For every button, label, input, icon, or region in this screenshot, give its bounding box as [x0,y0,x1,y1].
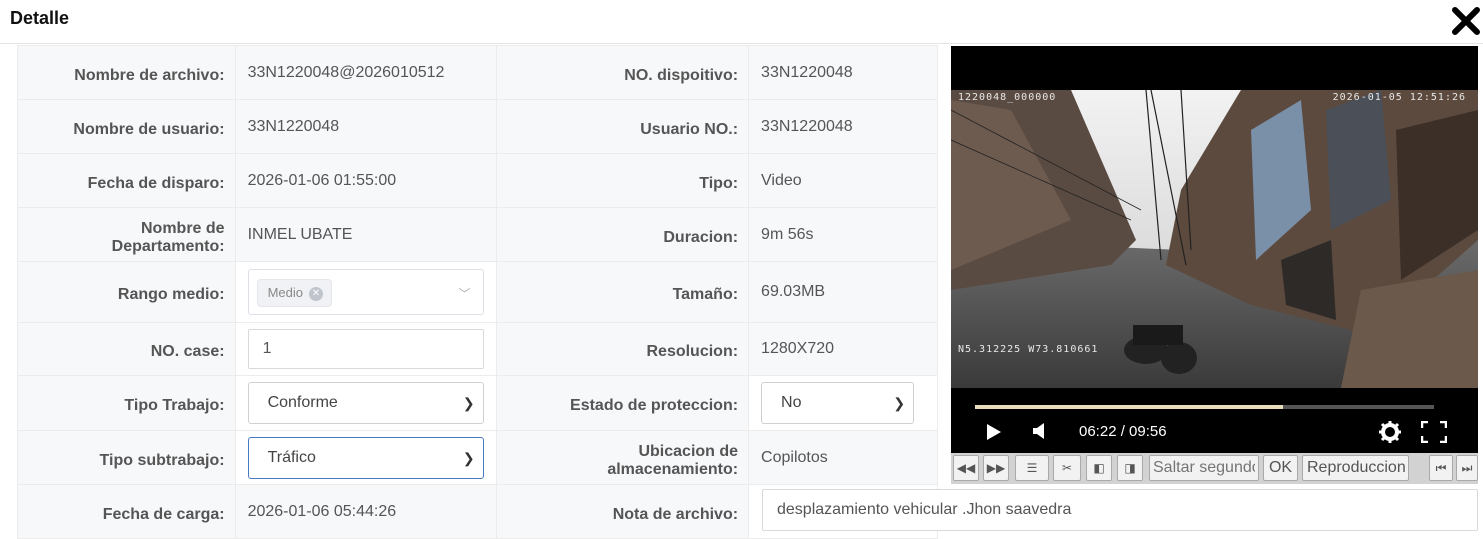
next-frame-icon[interactable]: ◨ [1117,455,1143,481]
table-row: Nombre de archivo: 33N1220048@2026010512… [17,45,938,100]
user-no-value: 33N1220048 [748,99,938,154]
upload-date-value: 2026-01-06 05:44:26 [234,484,497,539]
protection-label: Estado de proteccion: [495,375,750,431]
skip-start-icon[interactable]: ⏮ [1429,455,1453,481]
user-name-label: Nombre de usuario: [17,99,236,154]
case-no-label: NO. case: [17,322,236,376]
department-value: INMEL UBATE [234,207,497,262]
scissors-icon[interactable]: ✂ [1053,455,1081,481]
work-type-cell: Conforme ❯ [234,375,497,431]
storage-label: Ubicacion de almacenamiento: [495,430,750,485]
table-row: Nombre de Departamento: INMEL UBATE Dura… [17,207,938,262]
fullscreen-icon[interactable] [1421,421,1447,443]
chevron-down-icon: ❯ [893,395,906,411]
table-row: Rango medio: Medio ✕ ﹀ Tamaño: 69.03MB [17,261,938,323]
table-row: Fecha de disparo: 2026-01-06 01:55:00 Ti… [17,153,938,208]
subwork-type-select[interactable]: Tráfico ❯ [247,436,484,479]
file-note-input[interactable]: desplazamiento vehicular .Jhon saavedra [762,489,1478,531]
user-name-value: 33N1220048 [234,99,497,154]
tag-remove-icon[interactable]: ✕ [308,287,323,301]
shot-date-label: Fecha de disparo: [17,153,236,208]
file-name-value: 33N1220048@2026010512 [234,45,497,100]
work-type-select[interactable]: Conforme ❯ [247,382,484,424]
resolution-value: 1280X720 [748,322,938,376]
skip-end-icon[interactable]: ⏭ [1456,455,1478,481]
device-no-label: NO. dispoitivo: [495,45,750,100]
case-no-input[interactable]: 1 [247,329,484,369]
dialog-header: Detalle [0,0,1483,44]
skip-seconds-input[interactable] [1150,456,1258,480]
size-value: 69.03MB [748,261,938,323]
media-range-cell: Medio ✕ ﹀ [234,261,497,323]
dialog-title: Detalle [10,8,70,28]
osd-coordinates: N5.312225 W73.810661 [958,344,1099,355]
type-label: Tipo: [495,153,750,208]
size-label: Tamaño: [495,261,750,323]
progress-fill [975,405,1283,409]
case-no-cell: 1 [234,322,497,376]
time-display: 06:22 / 09:56 [1079,423,1167,440]
table-row: Nombre de usuario: 33N1220048 Usuario NO… [17,99,938,154]
fast-forward-icon[interactable]: ▶▶ [983,455,1009,481]
osd-timestamp: 2026-01-05 12:51:26 [1332,92,1466,103]
file-note-label: Nota de archivo: [495,484,750,539]
close-icon[interactable] [1451,6,1481,36]
player-toolbar: ◀◀ ▶▶ ☰ ✂ ◧ ◨ OK Reproduccion ⏮ ⏭ [951,453,1478,484]
work-type-label: Tipo Trabajo: [17,375,236,431]
media-range-select[interactable]: Medio ✕ ﹀ [247,269,484,315]
video-player[interactable]: 1220048_000000 2026-01-05 12:51:26 N5.31… [951,46,1478,455]
user-no-label: Usuario NO.: [495,99,750,154]
storage-value: Copilotos [748,430,938,485]
progress-bar[interactable] [975,405,1434,409]
subwork-type-cell: Tráfico ❯ [234,430,497,485]
table-row: Tipo Trabajo: Conforme ❯ Estado de protec… [17,375,938,431]
protection-select[interactable]: No ❯ [761,382,915,424]
subwork-type-label: Tipo subtrabajo: [17,430,236,485]
table-row: NO. case: 1 Resolucion: 1280X720 [17,322,938,376]
play-icon[interactable] [986,423,1002,441]
type-value: Video [748,153,938,208]
video-frame[interactable]: 1220048_000000 2026-01-05 12:51:26 N5.31… [951,90,1478,388]
upload-date-label: Fecha de carga: [17,484,236,539]
detail-table: Nombre de archivo: 33N1220048@2026010512… [17,45,938,539]
department-label: Nombre de Departamento: [17,207,236,262]
duration-value: 9m 56s [748,207,938,262]
chevron-down-icon: ❯ [462,449,475,466]
list-indent-icon[interactable]: ☰ [1015,455,1049,481]
chevron-down-icon: ﹀ [458,287,471,301]
media-range-label: Rango medio: [17,261,236,323]
device-no-value: 33N1220048 [748,45,938,100]
ok-button[interactable]: OK [1263,455,1298,481]
duration-label: Duracion: [495,207,750,262]
volume-icon[interactable] [1032,422,1048,440]
shot-date-value: 2026-01-06 01:55:00 [234,153,497,208]
rewind-icon[interactable]: ◀◀ [953,455,979,481]
table-row: Tipo subtrabajo: Tráfico ❯ Ubicacion de a… [17,430,938,485]
osd-device-id: 1220048_000000 [958,92,1057,103]
protection-cell: No ❯ [748,375,938,431]
chevron-down-icon: ❯ [462,395,475,411]
skip-seconds-field[interactable] [1149,455,1259,481]
prev-frame-icon[interactable]: ◧ [1086,455,1112,481]
playback-button[interactable]: Reproduccion [1302,455,1409,481]
settings-gear-icon[interactable] [1378,420,1402,444]
media-range-tag: Medio ✕ [256,279,332,307]
file-name-label: Nombre de archivo: [17,45,236,100]
resolution-label: Resolucion: [495,322,750,376]
